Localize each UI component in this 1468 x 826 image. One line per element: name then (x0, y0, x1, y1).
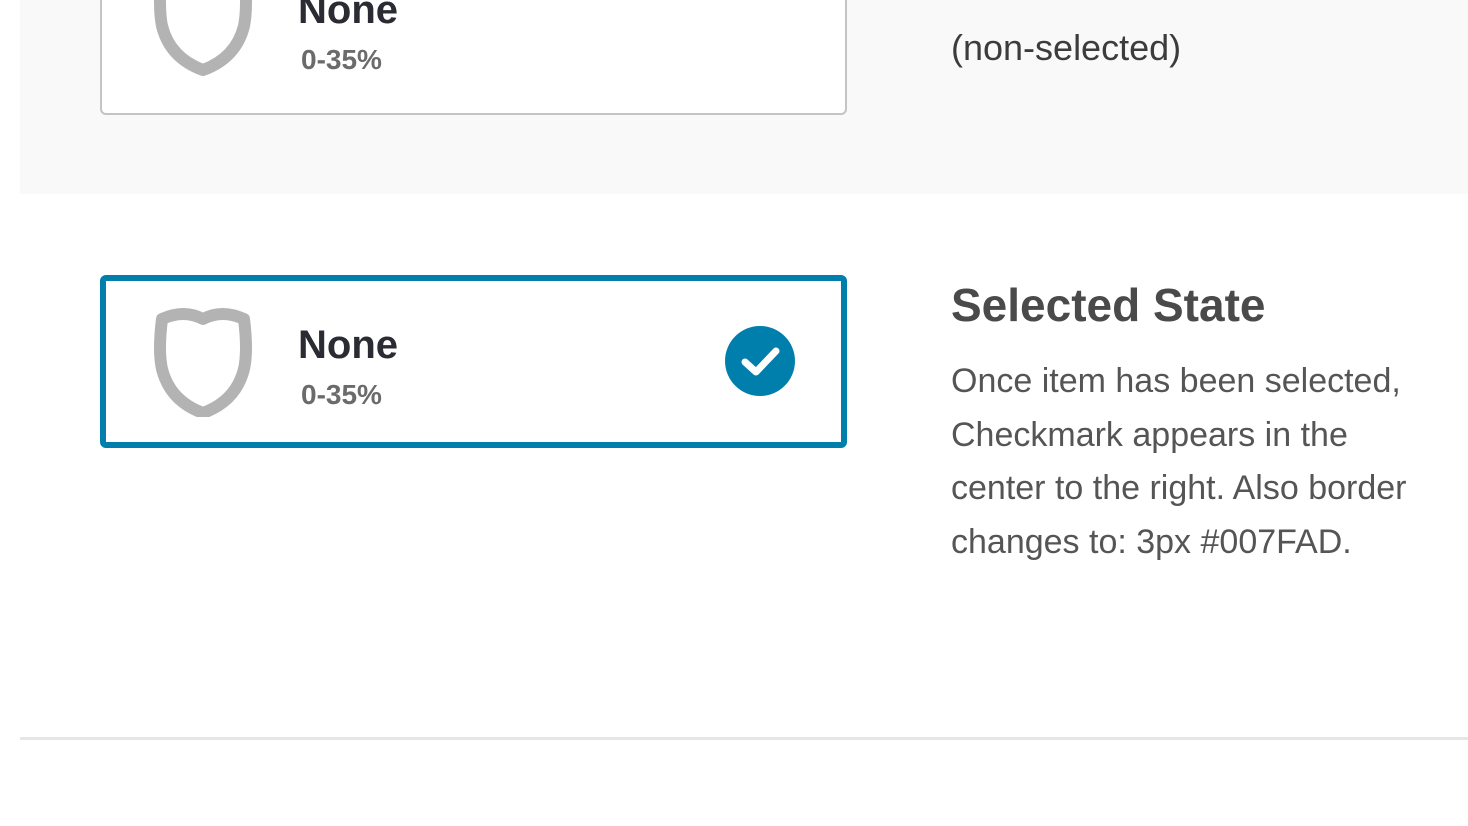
option-range: 0-35% (301, 44, 382, 75)
option-title: None (298, 323, 398, 367)
design-spec-page: None 0-35% (non-selected) None 0-35% Sel… (0, 0, 1468, 826)
checkmark-icon (725, 326, 795, 396)
option-title: None (298, 0, 398, 32)
selected-state-description: Once item has been selected, Checkmark a… (951, 362, 1407, 561)
option-card-unselected[interactable]: None 0-35% (100, 0, 847, 115)
option-card-selected[interactable]: None 0-35% (100, 275, 847, 448)
section-divider (20, 737, 1468, 740)
non-selected-note: (non-selected) (951, 27, 1182, 68)
selected-state-heading: Selected State (951, 279, 1266, 331)
option-range: 0-35% (301, 379, 382, 410)
shield-icon (148, 307, 258, 419)
shield-icon (148, 0, 258, 76)
